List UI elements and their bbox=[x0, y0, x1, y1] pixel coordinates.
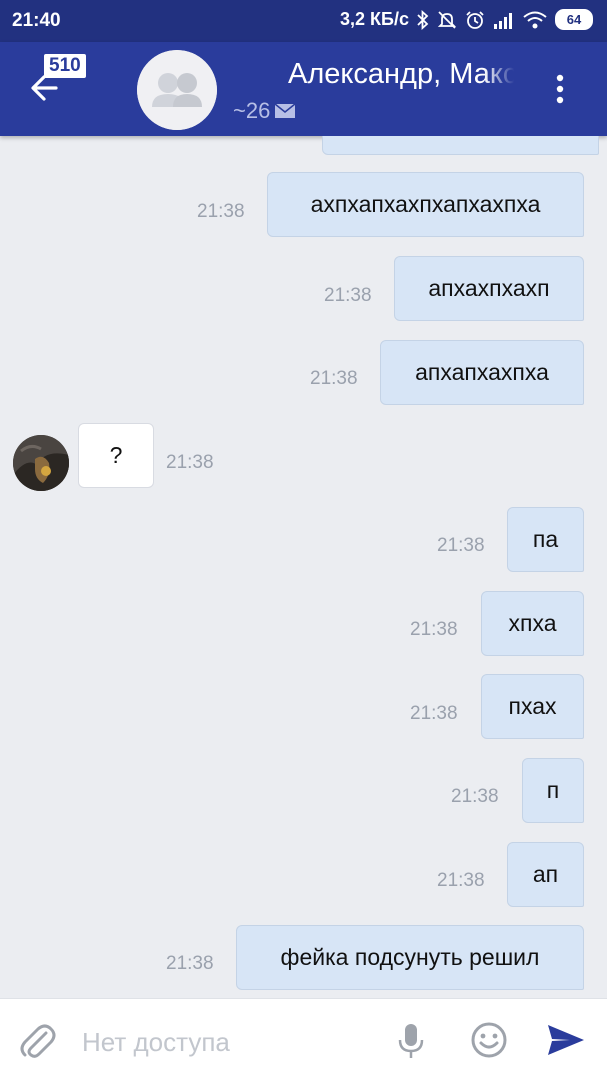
envelope-icon bbox=[274, 103, 296, 118]
message-text: апхахпхахп bbox=[428, 275, 550, 301]
group-avatar[interactable] bbox=[137, 50, 217, 130]
message-text: пхах bbox=[508, 693, 557, 719]
message-text: фейка подсунуть решил bbox=[280, 944, 540, 970]
message-bubble[interactable]: па bbox=[507, 507, 584, 572]
app-bar: 510 Александр, Максим ~26 bbox=[0, 42, 607, 136]
group-avatar-icon bbox=[137, 50, 217, 130]
message-time: 21:38 bbox=[310, 368, 358, 389]
attach-button[interactable] bbox=[18, 1021, 56, 1066]
message-text: апхапхахпха bbox=[415, 359, 549, 385]
message-bubble[interactable]: хпха bbox=[481, 591, 584, 656]
message-text: па bbox=[532, 526, 559, 552]
message-bubble[interactable]: пхах bbox=[481, 674, 584, 739]
message-bubble[interactable]: ап bbox=[507, 842, 584, 907]
message-time: 21:38 bbox=[166, 953, 214, 974]
message-bubble[interactable]: ахпхапхахпхапхахпха bbox=[267, 172, 584, 237]
status-time: 21:40 bbox=[12, 10, 61, 31]
message-time: 21:38 bbox=[197, 201, 245, 222]
status-bar: 21:40 3,2 КБ/с 64 bbox=[0, 0, 607, 42]
message-bubble-partial[interactable] bbox=[322, 136, 599, 155]
message-text: п bbox=[546, 777, 560, 803]
signal-icon bbox=[493, 11, 515, 29]
message-list[interactable]: ахпхапхахпхапхахпха 21:38 апхахпхахп 21:… bbox=[0, 136, 607, 998]
message-time: 21:38 bbox=[410, 703, 458, 724]
message-time: 21:38 bbox=[451, 786, 499, 807]
alarm-icon bbox=[465, 10, 485, 30]
message-text: хпха bbox=[508, 610, 557, 636]
message-time: 21:38 bbox=[324, 285, 372, 306]
more-vert-icon bbox=[556, 74, 564, 104]
send-icon bbox=[548, 1025, 584, 1055]
attach-icon bbox=[20, 1024, 56, 1058]
message-time: 21:38 bbox=[437, 870, 485, 891]
more-options-button[interactable] bbox=[548, 70, 572, 110]
message-bubble[interactable]: п bbox=[522, 758, 584, 823]
unread-count-badge: 510 bbox=[44, 54, 86, 78]
status-indicators: 3,2 КБ/с 64 bbox=[340, 9, 593, 30]
emoji-button[interactable] bbox=[470, 1021, 508, 1064]
message-bubble-incoming[interactable]: ? bbox=[78, 423, 154, 488]
net-speed: 3,2 КБ/с bbox=[340, 9, 409, 29]
chat-subtitle: ~26 bbox=[233, 98, 296, 124]
message-text: ? bbox=[109, 442, 123, 468]
message-bubble[interactable]: апхахпхахп bbox=[394, 256, 584, 321]
message-text: ап bbox=[532, 861, 559, 887]
member-count: ~26 bbox=[233, 98, 271, 123]
bluetooth-icon bbox=[417, 9, 429, 30]
wifi-icon bbox=[523, 11, 547, 29]
mic-icon bbox=[398, 1024, 424, 1058]
message-time: 21:38 bbox=[410, 619, 458, 640]
message-input[interactable] bbox=[80, 1025, 384, 1059]
voice-message-button[interactable] bbox=[396, 1021, 426, 1066]
emoji-icon bbox=[471, 1022, 507, 1058]
sender-photo bbox=[13, 435, 69, 491]
send-button[interactable] bbox=[546, 1023, 586, 1062]
message-time: 21:38 bbox=[437, 535, 485, 556]
message-bubble[interactable]: апхапхахпха bbox=[380, 340, 584, 405]
sender-avatar[interactable] bbox=[13, 435, 69, 491]
chat-title[interactable]: Александр, Максим bbox=[288, 58, 514, 91]
message-bubble[interactable]: фейка подсунуть решил bbox=[236, 925, 584, 990]
message-time: 21:38 bbox=[166, 452, 214, 473]
message-text: ахпхапхахпхапхахпха bbox=[310, 191, 541, 217]
message-composer bbox=[0, 998, 607, 1081]
battery-icon: 64 bbox=[555, 9, 593, 30]
mute-icon bbox=[437, 10, 457, 30]
